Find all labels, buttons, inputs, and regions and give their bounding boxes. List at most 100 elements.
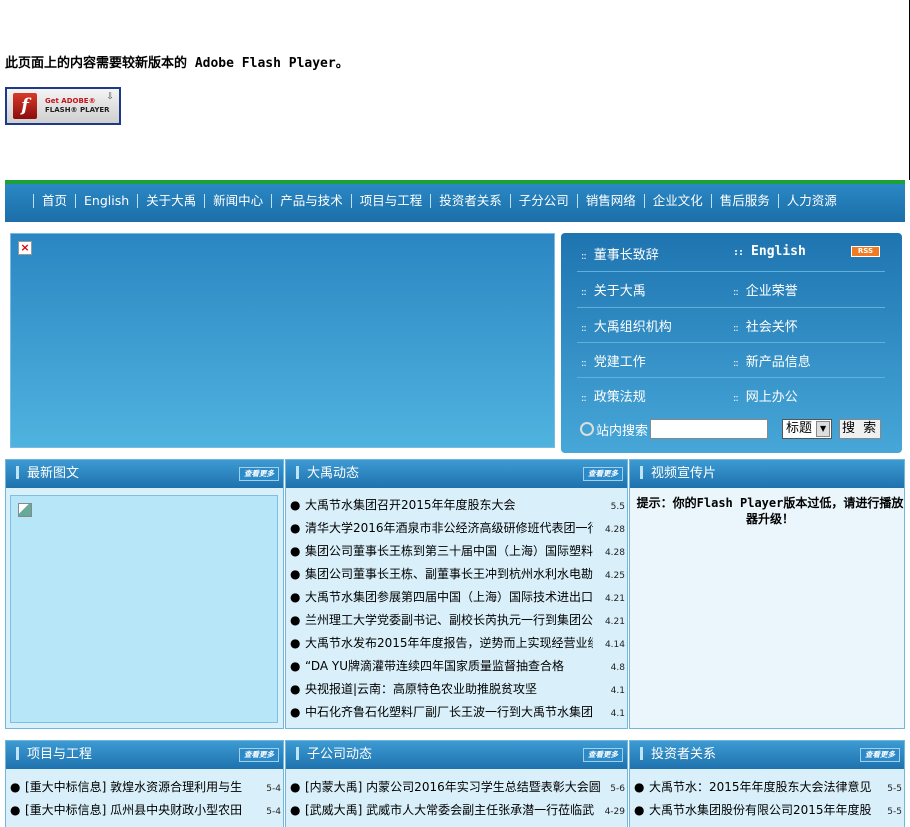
list-item: ● 大禹节水集团召开2015年年度股东大会 5.5	[290, 494, 625, 517]
nav-item[interactable]: 新闻中心	[204, 194, 271, 208]
nav-item[interactable]: 售后服务	[710, 194, 778, 208]
nav-item[interactable]: 产品与技术	[271, 194, 351, 208]
subsidiaries-list: ● [内蒙大禹] 内蒙公司2016年实习学生总结暨表彰大会圆 5-6 ● [武威大禹] …	[290, 776, 625, 822]
panel-title: 子公司动态	[307, 747, 373, 762]
projects-panel: 项目与工程 查看更多 ● [重大中标信息] 敦煌水资源合理利用与生 5-4 ● [重大中…	[5, 740, 284, 827]
news-link[interactable]: 清华大学2016年酒泉市非公经济高级研修班代表团一行	[305, 517, 593, 540]
news-link[interactable]: [重大中标信息] 瓜州县中央财政小型农田	[25, 799, 253, 822]
flash-badge-line2: FLASH® PLAYER	[45, 106, 110, 114]
nav-item[interactable]: 销售网络	[576, 194, 644, 208]
nav-item[interactable]: 关于大禹	[137, 194, 204, 208]
news-link[interactable]: 大禹节水发布2015年年度报告，逆势而上实现经营业绩	[305, 632, 593, 655]
banner-image: ×	[10, 233, 555, 448]
projects-list: ● [重大中标信息] 敦煌水资源合理利用与生 5-4 ● [重大中标信息] 瓜州县中央财…	[10, 776, 281, 822]
panel-header: 视频宣传片	[630, 460, 904, 488]
quick-link-new-products[interactable]: :: 新产品信息	[733, 351, 811, 370]
divider	[577, 377, 885, 378]
investors-panel: 投资者关系 查看更多 ● 大禹节水：2015年年度股东大会法律意见 5-5 ● 大禹节水…	[629, 740, 905, 827]
news-link[interactable]: 大禹节水集团股份有限公司2015年年度股	[649, 799, 874, 822]
news-link[interactable]: 央视报道|云南：高原特色农业助推脱贫攻坚	[305, 678, 593, 701]
news-date: 4.28	[604, 525, 625, 535]
site-search: 站内搜索 标题 ▼ 搜 索	[580, 419, 882, 439]
panel-header: 子公司动态 查看更多	[286, 741, 627, 769]
nav-item[interactable]: English	[75, 194, 137, 208]
news-link[interactable]: [武威大禹] 武威市人大常委会副主任张承潜一行莅临武	[305, 799, 600, 822]
news-link[interactable]: 集团公司董事长王栋、副董事长王冲到杭州水利水电勘	[305, 563, 593, 586]
panel-header: 大禹动态 查看更多	[286, 460, 627, 488]
panel-title: 投资者关系	[651, 747, 717, 762]
bullet-icon: ●	[290, 803, 301, 817]
news-link[interactable]: 兰州理工大学党委副书记、副校长芮执元一行到集团公	[305, 609, 593, 632]
search-field-value: 标题	[786, 421, 813, 436]
news-date: 5-4	[266, 807, 281, 817]
quick-link-about[interactable]: :: 关于大禹	[581, 280, 646, 299]
nav-item[interactable]: 企业文化	[643, 194, 711, 208]
news-link[interactable]: 中石化齐鲁石化塑料厂副厂长王波一行到大禹节水集团	[305, 701, 593, 724]
news-date: 4.1	[610, 686, 625, 696]
more-button[interactable]: 查看更多	[239, 467, 279, 481]
rss-icon[interactable]: RSS	[851, 246, 880, 257]
quick-link-organization[interactable]: :: 大禹组织机构	[581, 316, 672, 335]
divider	[577, 342, 885, 343]
quick-link-english[interactable]: :: English	[733, 244, 806, 259]
nav-item[interactable]: 子分公司	[509, 194, 577, 208]
news-date: 4.25	[604, 571, 625, 581]
news-list: ● 大禹节水集团召开2015年年度股东大会 5.5 ● 清华大学2016年酒泉市非公经济…	[290, 494, 625, 724]
bullet-icon: ●	[290, 521, 301, 535]
nav-item[interactable]: 项目与工程	[350, 194, 431, 208]
nav-item[interactable]: 首页	[33, 194, 75, 208]
search-input[interactable]	[650, 419, 769, 439]
image-placeholder-icon	[18, 503, 32, 517]
video-panel: 视频宣传片 提示：你的Flash Player版本过低，请进行播放器升级！	[629, 459, 905, 729]
news-date: 4-29	[604, 807, 625, 817]
list-item: ● 集团公司董事长王栋到第三十届中国（上海）国际塑料 4.28	[290, 540, 625, 563]
news-link[interactable]: 大禹节水集团召开2015年年度股东大会	[305, 494, 593, 517]
list-item: ● [武威大禹] 武威市人大常委会副主任张承潜一行莅临武 4-29	[290, 799, 625, 822]
news-date: 4.14	[604, 640, 625, 650]
bullet-icon: ●	[634, 803, 645, 817]
quick-link-social-care[interactable]: :: 社会关怀	[733, 316, 798, 335]
quick-link-party[interactable]: :: 党建工作	[581, 351, 646, 370]
bullet-icon: ●	[290, 659, 301, 673]
news-date: 5.5	[610, 502, 625, 512]
more-button[interactable]: 查看更多	[239, 748, 279, 762]
list-item: ● [内蒙大禹] 内蒙公司2016年实习学生总结暨表彰大会圆 5-6	[290, 776, 625, 799]
more-button[interactable]: 查看更多	[583, 748, 623, 762]
quick-link-policy[interactable]: :: 政策法规	[581, 386, 646, 405]
get-flash-player-button[interactable]: f Get ADOBE® FLASH® PLAYER ⇩	[5, 87, 121, 125]
list-item: ● “DA YU牌滴灌带连续四年国家质量监督抽查合格 4.8	[290, 655, 625, 678]
flash-badge-text: Get ADOBE® FLASH® PLAYER	[45, 97, 110, 115]
news-link[interactable]: 大禹节水：2015年年度股东大会法律意见	[649, 776, 874, 799]
bullet-icon: ●	[290, 682, 301, 696]
quick-link-chairman[interactable]: :: 董事长致辞	[581, 244, 659, 263]
list-item: ● 中石化齐鲁石化塑料厂副厂长王波一行到大禹节水集团 4.1	[290, 701, 625, 724]
news-link[interactable]: 集团公司董事长王栋到第三十届中国（上海）国际塑料	[305, 540, 593, 563]
bullet-icon: ●	[290, 636, 301, 650]
nav-item[interactable]: 投资者关系	[430, 194, 510, 208]
photo-image[interactable]	[10, 495, 278, 723]
bullet-icon: ●	[290, 590, 301, 604]
divider	[577, 271, 885, 272]
investors-list: ● 大禹节水：2015年年度股东大会法律意见 5-5 ● 大禹节水集团股份有限公司201…	[634, 776, 902, 822]
news-date: 4.21	[604, 617, 625, 627]
panel-title: 项目与工程	[27, 747, 93, 762]
panel-header: 投资者关系 查看更多	[630, 741, 904, 769]
news-link[interactable]: [重大中标信息] 敦煌水资源合理利用与生	[25, 776, 253, 799]
search-button[interactable]: 搜 索	[839, 419, 882, 439]
news-link[interactable]: “DA YU牌滴灌带连续四年国家质量监督抽查合格	[305, 655, 593, 678]
more-button[interactable]: 查看更多	[860, 748, 900, 762]
news-link[interactable]: [内蒙大禹] 内蒙公司2016年实习学生总结暨表彰大会圆	[305, 776, 600, 799]
nav-item[interactable]: 人力资源	[777, 194, 845, 208]
bullet-icon: ●	[290, 544, 301, 558]
search-field-select[interactable]: 标题 ▼	[782, 419, 833, 439]
chevron-down-icon: ▼	[816, 421, 831, 437]
quick-link-honors[interactable]: :: 企业荣誉	[733, 280, 798, 299]
list-item: ● 兰州理工大学党委副书记、副校长芮执元一行到集团公 4.21	[290, 609, 625, 632]
list-item: ● 大禹节水集团参展第四届中国（上海）国际技术进出口 4.21	[290, 586, 625, 609]
more-button[interactable]: 查看更多	[583, 467, 623, 481]
quick-link-office[interactable]: :: 网上办公	[733, 386, 798, 405]
news-date: 5-6	[610, 784, 625, 794]
flash-logo-icon: f	[13, 93, 37, 119]
news-link[interactable]: 大禹节水集团参展第四届中国（上海）国际技术进出口	[305, 586, 593, 609]
news-panel: 大禹动态 查看更多 ● 大禹节水集团召开2015年年度股东大会 5.5 ● 清华大学20…	[285, 459, 628, 729]
